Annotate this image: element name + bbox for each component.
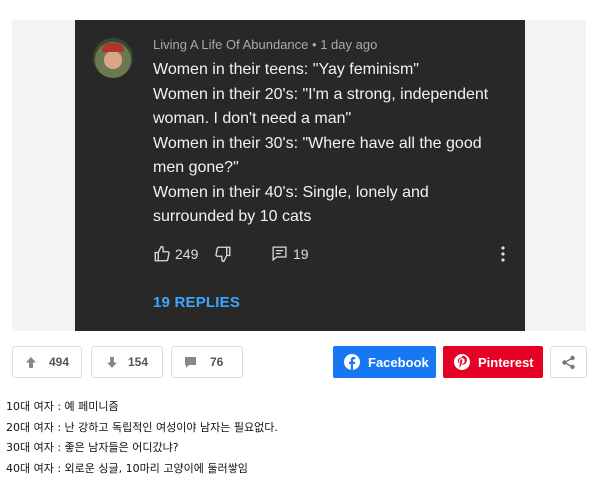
thumbs-down-icon [215, 246, 231, 263]
comment-time: 1 day ago [320, 37, 378, 52]
caption-line: 10대 여자 : 예 페미니즘 [6, 400, 119, 413]
caption-line: 40대 여자 : 외로운 싱글, 10마리 고양이에 둘러쌓임 [6, 461, 248, 475]
thumbs-up-icon [154, 245, 170, 262]
comment-actions: 249 19 [153, 244, 513, 264]
author-avatar [93, 38, 133, 78]
post-caption: 10대 여자 : 예 페미니즘 20대 여자 : 난 강하고 독립적인 여성이야… [6, 397, 278, 479]
comment-meta: Living A Life Of Abundance • 1 day ago [153, 37, 377, 52]
arrow-down-icon [107, 357, 117, 368]
comment-line: men gone?" [153, 159, 239, 176]
share-icon [562, 355, 575, 370]
upvote-count: 494 [49, 355, 70, 369]
like-count: 249 [175, 246, 199, 262]
comment-line: Women in their 20's: "I'm a strong, inde… [153, 85, 489, 103]
pinterest-label: Pinterest [478, 355, 534, 370]
caption-line: 30대 여자 : 좋은 남자들은 어디갔냐? [6, 441, 179, 454]
facebook-label: Facebook [368, 355, 429, 370]
reply-icon [272, 246, 287, 262]
replies-link: 19 REPLIES [153, 294, 241, 311]
comment-bubble-icon [185, 357, 196, 368]
comment-count: 76 [210, 355, 224, 369]
comment-line: Women in their 30's: "Where have all the… [153, 134, 482, 152]
comment-line: Women in their teens: "Yay feminism" [153, 61, 419, 78]
comment-line: woman. I don't need a man" [153, 110, 352, 127]
reply-count: 19 [293, 246, 309, 262]
facebook-share-button[interactable]: Facebook [333, 346, 436, 378]
comments-button[interactable]: 76 [171, 346, 243, 378]
downvote-button[interactable]: 154 [91, 346, 163, 378]
share-button[interactable] [550, 346, 587, 378]
upvote-button[interactable]: 494 [12, 346, 82, 378]
downvote-count: 154 [128, 355, 149, 369]
more-options-icon [501, 246, 505, 262]
arrow-up-icon [26, 357, 36, 368]
caption-line: 20대 여자 : 난 강하고 독립적인 여성이야 남자는 필요없다. [6, 420, 278, 434]
facebook-icon [344, 354, 360, 370]
pinterest-icon [454, 354, 470, 370]
meta-separator: • [312, 37, 317, 52]
comment-line: surrounded by 10 cats [153, 208, 312, 225]
comment-author: Living A Life Of Abundance [153, 37, 309, 52]
comment-body: Women in their teens: "Yay feminism" Wom… [153, 58, 518, 230]
comment-line: Women in their 40's: Single, lonely and [153, 183, 429, 201]
youtube-comment-screenshot: Living A Life Of Abundance • 1 day ago W… [75, 20, 525, 331]
pinterest-share-button[interactable]: Pinterest [443, 346, 543, 378]
